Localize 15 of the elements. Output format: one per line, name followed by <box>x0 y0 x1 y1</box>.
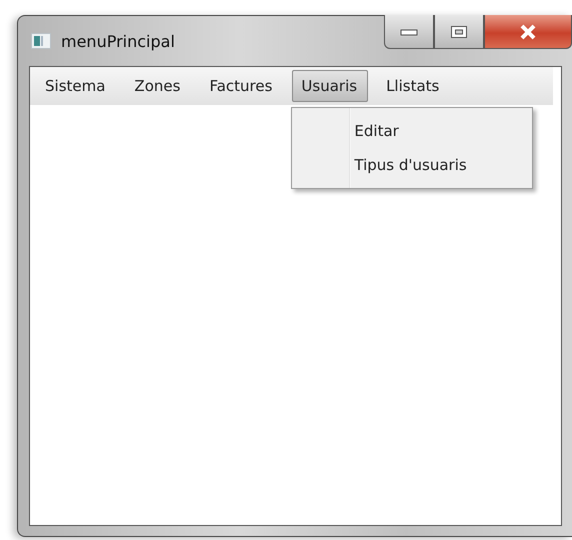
maximize-button[interactable] <box>434 15 484 49</box>
menu-item[interactable]: Zones <box>125 70 192 102</box>
maximize-icon <box>450 24 468 38</box>
menu-item[interactable]: Usuaris <box>292 70 368 102</box>
window-title: menuPrincipal <box>61 32 175 50</box>
menu-entry[interactable]: Tipus d'usuaris <box>292 148 532 182</box>
minimize-button[interactable] <box>384 15 434 49</box>
window-icon <box>31 33 51 49</box>
menu-item[interactable]: Sistema <box>36 70 116 102</box>
close-icon <box>518 24 538 40</box>
menu-entry[interactable]: Editar <box>292 114 532 148</box>
menu-item[interactable]: Factures <box>200 70 284 102</box>
close-button[interactable] <box>484 15 572 49</box>
minimize-icon <box>400 28 418 36</box>
menu-item[interactable]: Llistats <box>377 70 450 102</box>
